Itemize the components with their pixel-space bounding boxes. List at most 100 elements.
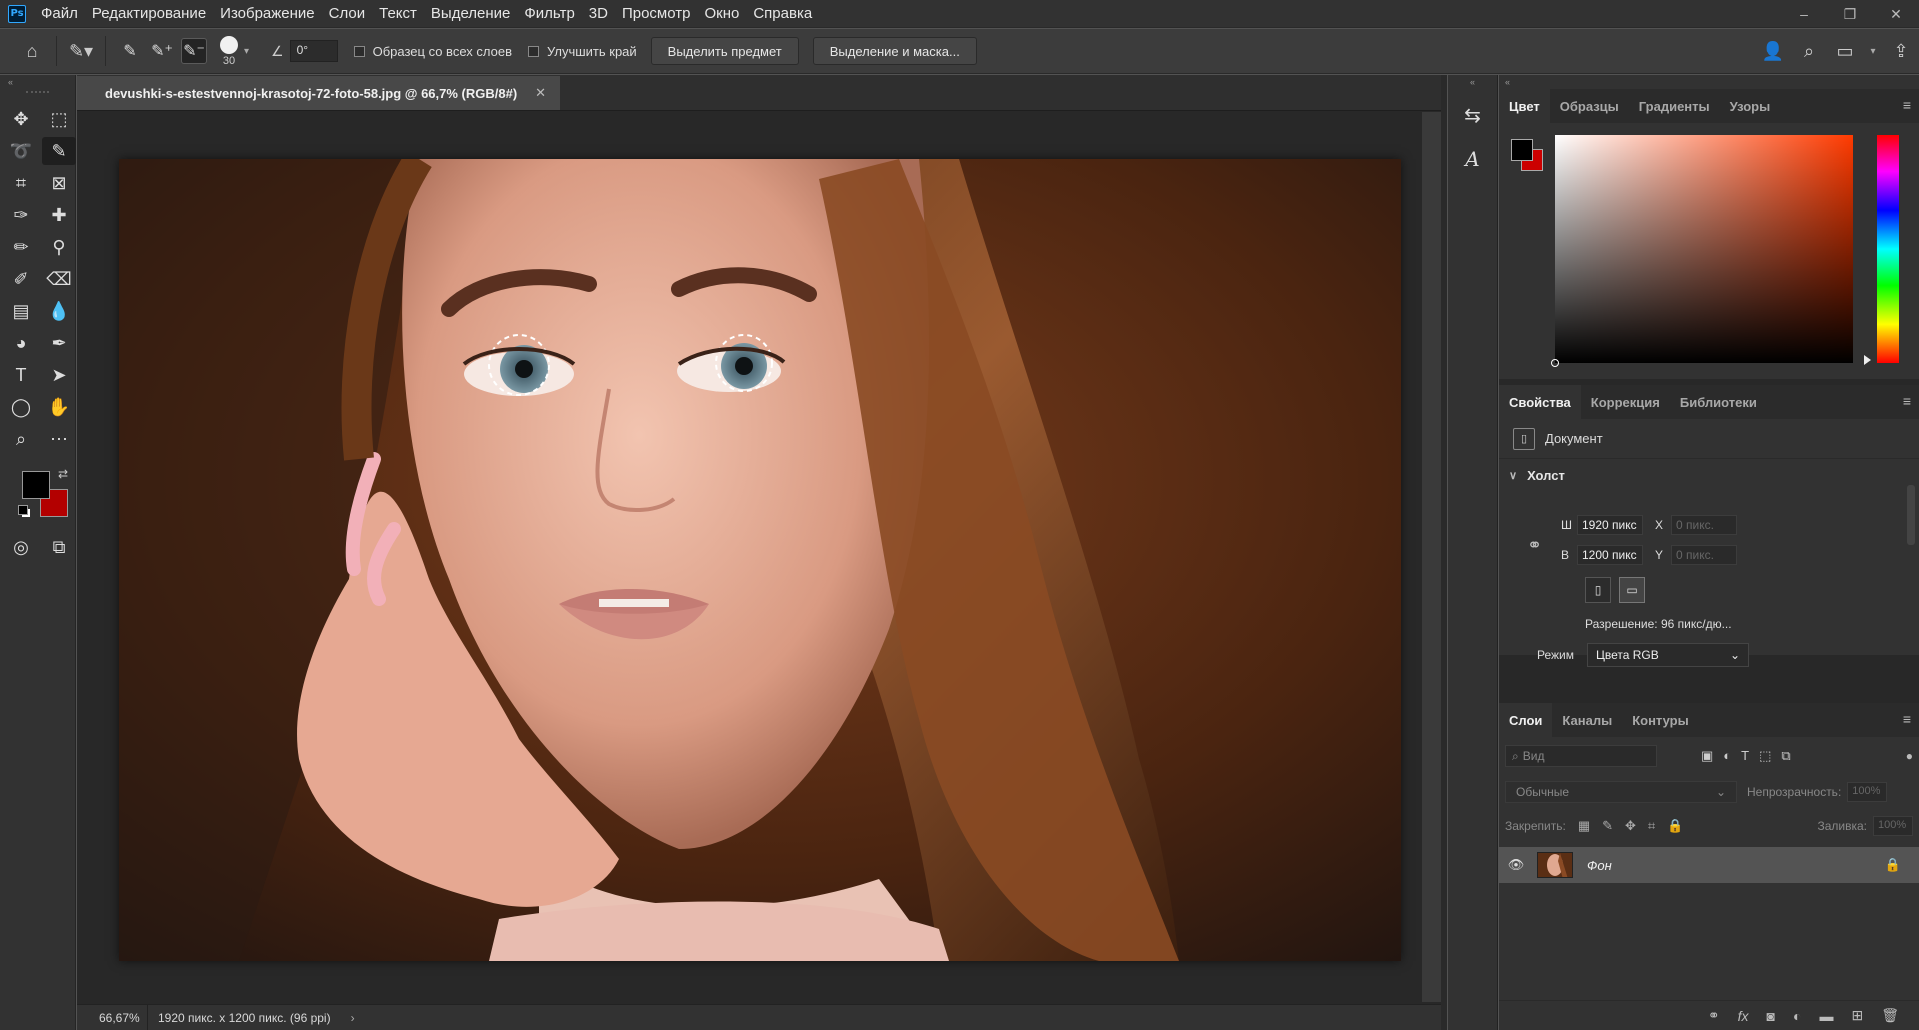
menu-filter[interactable]: Фильтр — [517, 0, 581, 28]
tab-patterns[interactable]: Узоры — [1720, 89, 1781, 123]
eye-icon[interactable]: 👁 — [1499, 857, 1533, 873]
quick-mask-icon[interactable]: ◎ — [4, 533, 38, 561]
new-selection-brush-icon[interactable]: ✎ — [117, 38, 143, 64]
home-icon[interactable]: ⌂ — [16, 35, 48, 67]
portrait-orientation-icon[interactable]: ▯ — [1585, 577, 1611, 603]
sample-all-layers-checkbox[interactable]: Образец со всех слоев — [353, 44, 512, 59]
blur-tool-icon[interactable]: 💧 — [42, 297, 76, 325]
hue-marker[interactable] — [1864, 355, 1871, 365]
foreground-color-swatch[interactable] — [22, 471, 50, 499]
smart-object-filter-icon[interactable]: ⧉ — [1781, 748, 1790, 764]
angle-input[interactable]: 0° — [289, 40, 338, 62]
tab-layers[interactable]: Слои — [1499, 703, 1553, 737]
dodge-tool-icon[interactable]: ◕ — [4, 329, 38, 357]
minimize-button[interactable]: – — [1781, 0, 1827, 28]
path-selection-tool-icon[interactable]: ➤ — [42, 361, 76, 389]
canvas-photo[interactable] — [119, 159, 1401, 961]
collapse-mini-panel-button[interactable]: « — [1448, 75, 1497, 89]
zoom-tool-icon[interactable]: ⌕ — [4, 425, 38, 453]
healing-brush-tool-icon[interactable]: ✚ — [42, 201, 76, 229]
ellipse-tool-icon[interactable]: ◯ — [4, 393, 38, 421]
menu-file[interactable]: Файл — [34, 0, 85, 28]
tab-adjustments[interactable]: Коррекция — [1581, 385, 1670, 419]
character-panel-icon[interactable]: A — [1455, 141, 1491, 177]
tab-swatches[interactable]: Образцы — [1550, 89, 1629, 123]
blend-mode-select[interactable]: Обычные ⌄ — [1505, 781, 1737, 803]
marquee-tool-icon[interactable]: ⬚ — [42, 105, 76, 133]
lock-position-icon[interactable]: ✥ — [1625, 818, 1636, 834]
add-to-selection-brush-icon[interactable]: ✎⁺ — [149, 38, 175, 64]
enhance-edge-checkbox[interactable]: Улучшить край — [527, 44, 637, 59]
chevron-down-icon[interactable]: ▾ — [244, 46, 249, 57]
menu-type[interactable]: Текст — [372, 0, 424, 28]
hand-tool-icon[interactable]: ✋ — [42, 393, 76, 421]
width-input[interactable]: 1920 пикс — [1577, 515, 1643, 535]
history-panel-icon[interactable]: ⇆ — [1455, 97, 1491, 133]
hue-slider[interactable] — [1877, 135, 1899, 363]
pixel-filter-icon[interactable]: ▣ — [1701, 748, 1713, 764]
eraser-tool-icon[interactable]: ⌫ — [42, 265, 76, 293]
panel-menu-icon[interactable]: ≡ — [1903, 393, 1911, 409]
new-adjustment-icon[interactable]: ◐ — [1793, 1008, 1801, 1024]
collapse-toolbar-button[interactable]: « — [0, 75, 75, 89]
lock-artboard-icon[interactable]: ⌗ — [1648, 818, 1655, 834]
color-spectrum[interactable] — [1555, 135, 1853, 363]
status-menu-arrow[interactable]: › — [351, 1011, 355, 1025]
layer-search-input[interactable]: ⌕ Вид — [1505, 745, 1657, 767]
tab-gradients[interactable]: Градиенты — [1629, 89, 1720, 123]
subtract-selection-brush-icon[interactable]: ✎⁻ — [181, 38, 207, 64]
search-icon[interactable]: ⌕ — [1791, 36, 1827, 68]
delete-layer-icon[interactable]: 🗑 — [1881, 1007, 1899, 1024]
type-tool-icon[interactable]: T — [4, 361, 38, 389]
menu-window[interactable]: Окно — [697, 0, 746, 28]
pen-tool-icon[interactable]: ✒ — [42, 329, 76, 357]
new-layer-icon[interactable]: ⊞ — [1851, 1007, 1863, 1024]
add-mask-icon[interactable]: ◙ — [1767, 1008, 1775, 1024]
opacity-input[interactable]: 100% — [1847, 782, 1888, 802]
tab-paths[interactable]: Контуры — [1622, 703, 1699, 737]
quick-selection-preset-icon[interactable]: ✎▾ — [65, 35, 97, 67]
collapse-right-panels-button[interactable]: « — [1499, 75, 1919, 89]
share-user-icon[interactable]: 👤 — [1755, 36, 1791, 68]
tab-properties[interactable]: Свойства — [1499, 385, 1581, 419]
lock-all-icon[interactable]: 🔒 — [1667, 818, 1683, 834]
link-dimensions-icon[interactable]: ⚭ — [1527, 535, 1542, 556]
height-input[interactable]: 1200 пикс — [1577, 545, 1643, 565]
tab-channels[interactable]: Каналы — [1552, 703, 1622, 737]
new-group-icon[interactable]: ▬ — [1819, 1008, 1833, 1024]
select-subject-button[interactable]: Выделить предмет — [650, 37, 799, 65]
menu-layers[interactable]: Слои — [322, 0, 372, 28]
clone-stamp-tool-icon[interactable]: ⚲ — [42, 233, 76, 261]
move-tool-icon[interactable]: ✥ — [4, 105, 38, 133]
fill-input[interactable]: 100% — [1873, 816, 1913, 836]
swap-colors-icon[interactable]: ⇄ — [58, 467, 68, 481]
panel-menu-icon[interactable]: ≡ — [1903, 97, 1911, 113]
properties-scrollbar[interactable] — [1907, 485, 1915, 545]
select-and-mask-button[interactable]: Выделение и маска... — [812, 37, 977, 65]
shape-filter-icon[interactable]: ⬚ — [1759, 748, 1771, 764]
crop-tool-icon[interactable]: ⌗ — [4, 169, 38, 197]
frame-tool-icon[interactable]: ⊠ — [42, 169, 76, 197]
y-input[interactable]: 0 пикс. — [1671, 545, 1737, 565]
zoom-level[interactable]: 66,67% — [77, 1011, 143, 1025]
close-tab-icon[interactable]: ✕ — [535, 85, 546, 101]
spectrum-marker[interactable] — [1551, 359, 1559, 367]
canvas-section-header[interactable]: ∨ Холст — [1499, 459, 1919, 491]
fx-icon[interactable]: fx — [1738, 1008, 1749, 1024]
photoshop-logo-icon[interactable]: Ps — [8, 4, 26, 23]
eyedropper-tool-icon[interactable]: ✑ — [4, 201, 38, 229]
screen-mode-icon[interactable]: ⧉ — [42, 533, 76, 561]
lock-pixels-icon[interactable]: ✎ — [1602, 818, 1613, 834]
panel-divider[interactable] — [1441, 75, 1447, 1030]
filter-toggle-icon[interactable]: ● — [1906, 749, 1913, 763]
tab-libraries[interactable]: Библиотеки — [1670, 385, 1767, 419]
default-colors-icon[interactable] — [18, 505, 31, 518]
link-layers-icon[interactable]: ⚭ — [1708, 1007, 1720, 1024]
close-window-button[interactable]: ✕ — [1873, 0, 1919, 28]
document-tab[interactable]: devushki-s-estestvennoj-krasotoj-72-foto… — [77, 76, 561, 110]
menu-3d[interactable]: 3D — [582, 0, 615, 28]
vertical-scrollbar[interactable] — [1422, 112, 1441, 1002]
history-brush-tool-icon[interactable]: ✐ — [4, 265, 38, 293]
menu-edit[interactable]: Редактирование — [85, 0, 213, 28]
lasso-tool-icon[interactable]: ➰ — [4, 137, 38, 165]
